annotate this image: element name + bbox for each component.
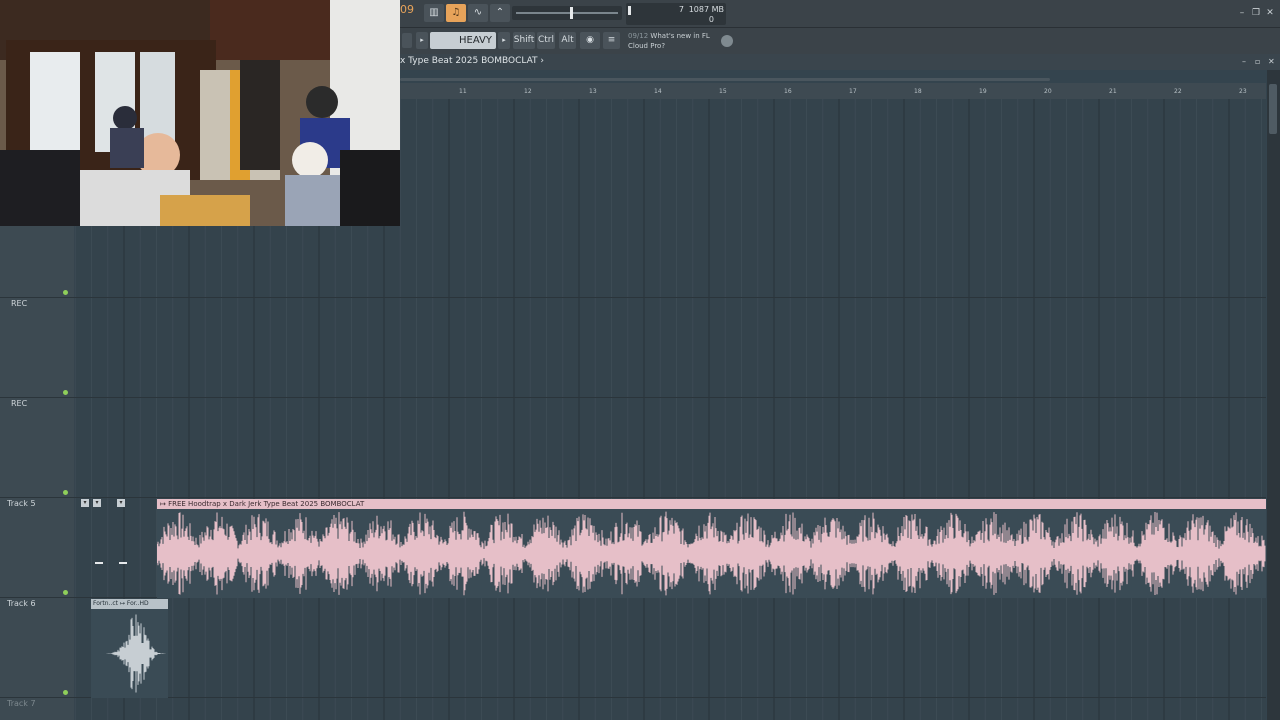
track-label-6[interactable]: Track 6 <box>7 599 36 608</box>
piano-icon[interactable]: ▥ <box>424 4 444 22</box>
slider-knob[interactable] <box>570 7 573 19</box>
fl-studio-window: REC REC Track 5 Track 6 Track 7 ▾ ▾ ▾ ↦ … <box>0 0 1280 720</box>
play-small-icon[interactable]: ▸ <box>416 32 428 49</box>
ruler-tick: 21 <box>1109 88 1117 95</box>
news-panel[interactable]: 09/12 What's new in FL Cloud Pro? <box>628 31 723 51</box>
shift-key-button[interactable]: Shift <box>513 32 535 49</box>
row-divider <box>0 697 1266 698</box>
clip-menu-icon[interactable]: ▾ <box>93 499 101 507</box>
track-label-5[interactable]: Track 5 <box>7 499 36 508</box>
slider-track <box>516 12 618 14</box>
minimize-icon[interactable]: – <box>1242 58 1250 66</box>
clip-dash <box>119 562 127 564</box>
waveform-path <box>92 614 168 693</box>
small-clip-name: Fortn..ct ↦ For..HD <box>93 600 149 607</box>
hint-bar: HEAVY <box>430 32 496 49</box>
row-divider <box>0 397 1266 398</box>
waveform-icon <box>92 614 168 693</box>
ruler-tick: 14 <box>654 88 662 95</box>
ruler-tick: 17 <box>849 88 857 95</box>
playlist-title: x Type Beat 2025 BOMBOCLAT › <box>400 56 544 66</box>
audio-clip-name: ↦ FREE Hoodtrap x Dark Jerk Type Beat 20… <box>160 500 365 508</box>
wave-icon[interactable]: ∿ <box>468 4 488 22</box>
list-icon[interactable]: ≡ <box>603 32 620 49</box>
minimize-icon[interactable]: – <box>1237 8 1247 18</box>
row-divider <box>0 497 1266 498</box>
row-divider <box>0 297 1266 298</box>
audio-clip-waveform[interactable] <box>157 509 1266 598</box>
ctrl-key-button[interactable]: Ctrl <box>537 32 555 49</box>
vertical-scrollbar[interactable] <box>1267 70 1280 720</box>
metronome-icon[interactable]: ⌃ <box>490 4 510 22</box>
track-label-7[interactable]: Track 7 <box>7 699 36 708</box>
webcam-video-image <box>0 0 400 226</box>
ruler-tick: 23 <box>1239 88 1247 95</box>
alt-key-button[interactable]: Alt <box>559 32 576 49</box>
cpu-meter <box>628 6 631 15</box>
master-pitch-slider[interactable] <box>512 6 622 20</box>
track-enable-led[interactable] <box>63 290 68 295</box>
ruler-tick: 15 <box>719 88 727 95</box>
clip-dash <box>95 562 103 564</box>
timeline-ruler[interactable]: 11 12 13 14 15 16 17 18 19 20 21 22 23 <box>400 83 1266 99</box>
track-enable-led[interactable] <box>63 590 68 595</box>
ruler-tick: 11 <box>459 88 467 95</box>
restore-icon[interactable]: ❐ <box>1251 8 1261 18</box>
track-label-rec-1[interactable]: REC <box>11 299 27 308</box>
arrow-right-icon[interactable]: ▸ <box>498 32 510 49</box>
memory-value: 1087 MB <box>688 5 724 14</box>
cpu-value: 7 <box>678 5 684 14</box>
news-date: 09/12 <box>628 32 649 40</box>
ruler-tick: 19 <box>979 88 987 95</box>
cpu-monitor: 7 1087 MB 0 <box>626 3 726 25</box>
ruler-tick: 20 <box>1044 88 1052 95</box>
waveform-icon <box>157 511 1266 596</box>
track-enable-led[interactable] <box>63 490 68 495</box>
ruler-tick: 16 <box>784 88 792 95</box>
voices-value: 0 <box>708 15 714 24</box>
clip-menu-icon[interactable]: ▾ <box>81 499 89 507</box>
close-icon[interactable]: ✕ <box>1265 8 1275 18</box>
waveform-path <box>157 511 1266 596</box>
ruler-tick: 12 <box>524 88 532 95</box>
step-seq-icon[interactable]: ♫ <box>446 4 466 22</box>
track-label-rec-2[interactable]: REC <box>11 399 27 408</box>
ruler-tick: 13 <box>589 88 597 95</box>
maximize-icon[interactable]: ▫ <box>1255 58 1263 66</box>
arrow-left-icon[interactable] <box>402 33 412 48</box>
ruler-tick: 22 <box>1174 88 1182 95</box>
ruler-tick: 18 <box>914 88 922 95</box>
track-enable-led[interactable] <box>63 390 68 395</box>
pattern-number[interactable]: 09 <box>400 3 414 16</box>
clip-menu-icon[interactable]: ▾ <box>117 499 125 507</box>
track-enable-led[interactable] <box>63 690 68 695</box>
scrollbar-thumb[interactable] <box>1269 84 1277 134</box>
touch-icon[interactable]: ◉ <box>580 32 600 49</box>
horizontal-scrollbar[interactable] <box>400 78 1050 81</box>
webcam-overlay <box>0 0 400 226</box>
globe-icon[interactable] <box>721 35 733 47</box>
small-clip-waveform[interactable] <box>91 609 168 698</box>
close-icon[interactable]: ✕ <box>1268 58 1276 66</box>
